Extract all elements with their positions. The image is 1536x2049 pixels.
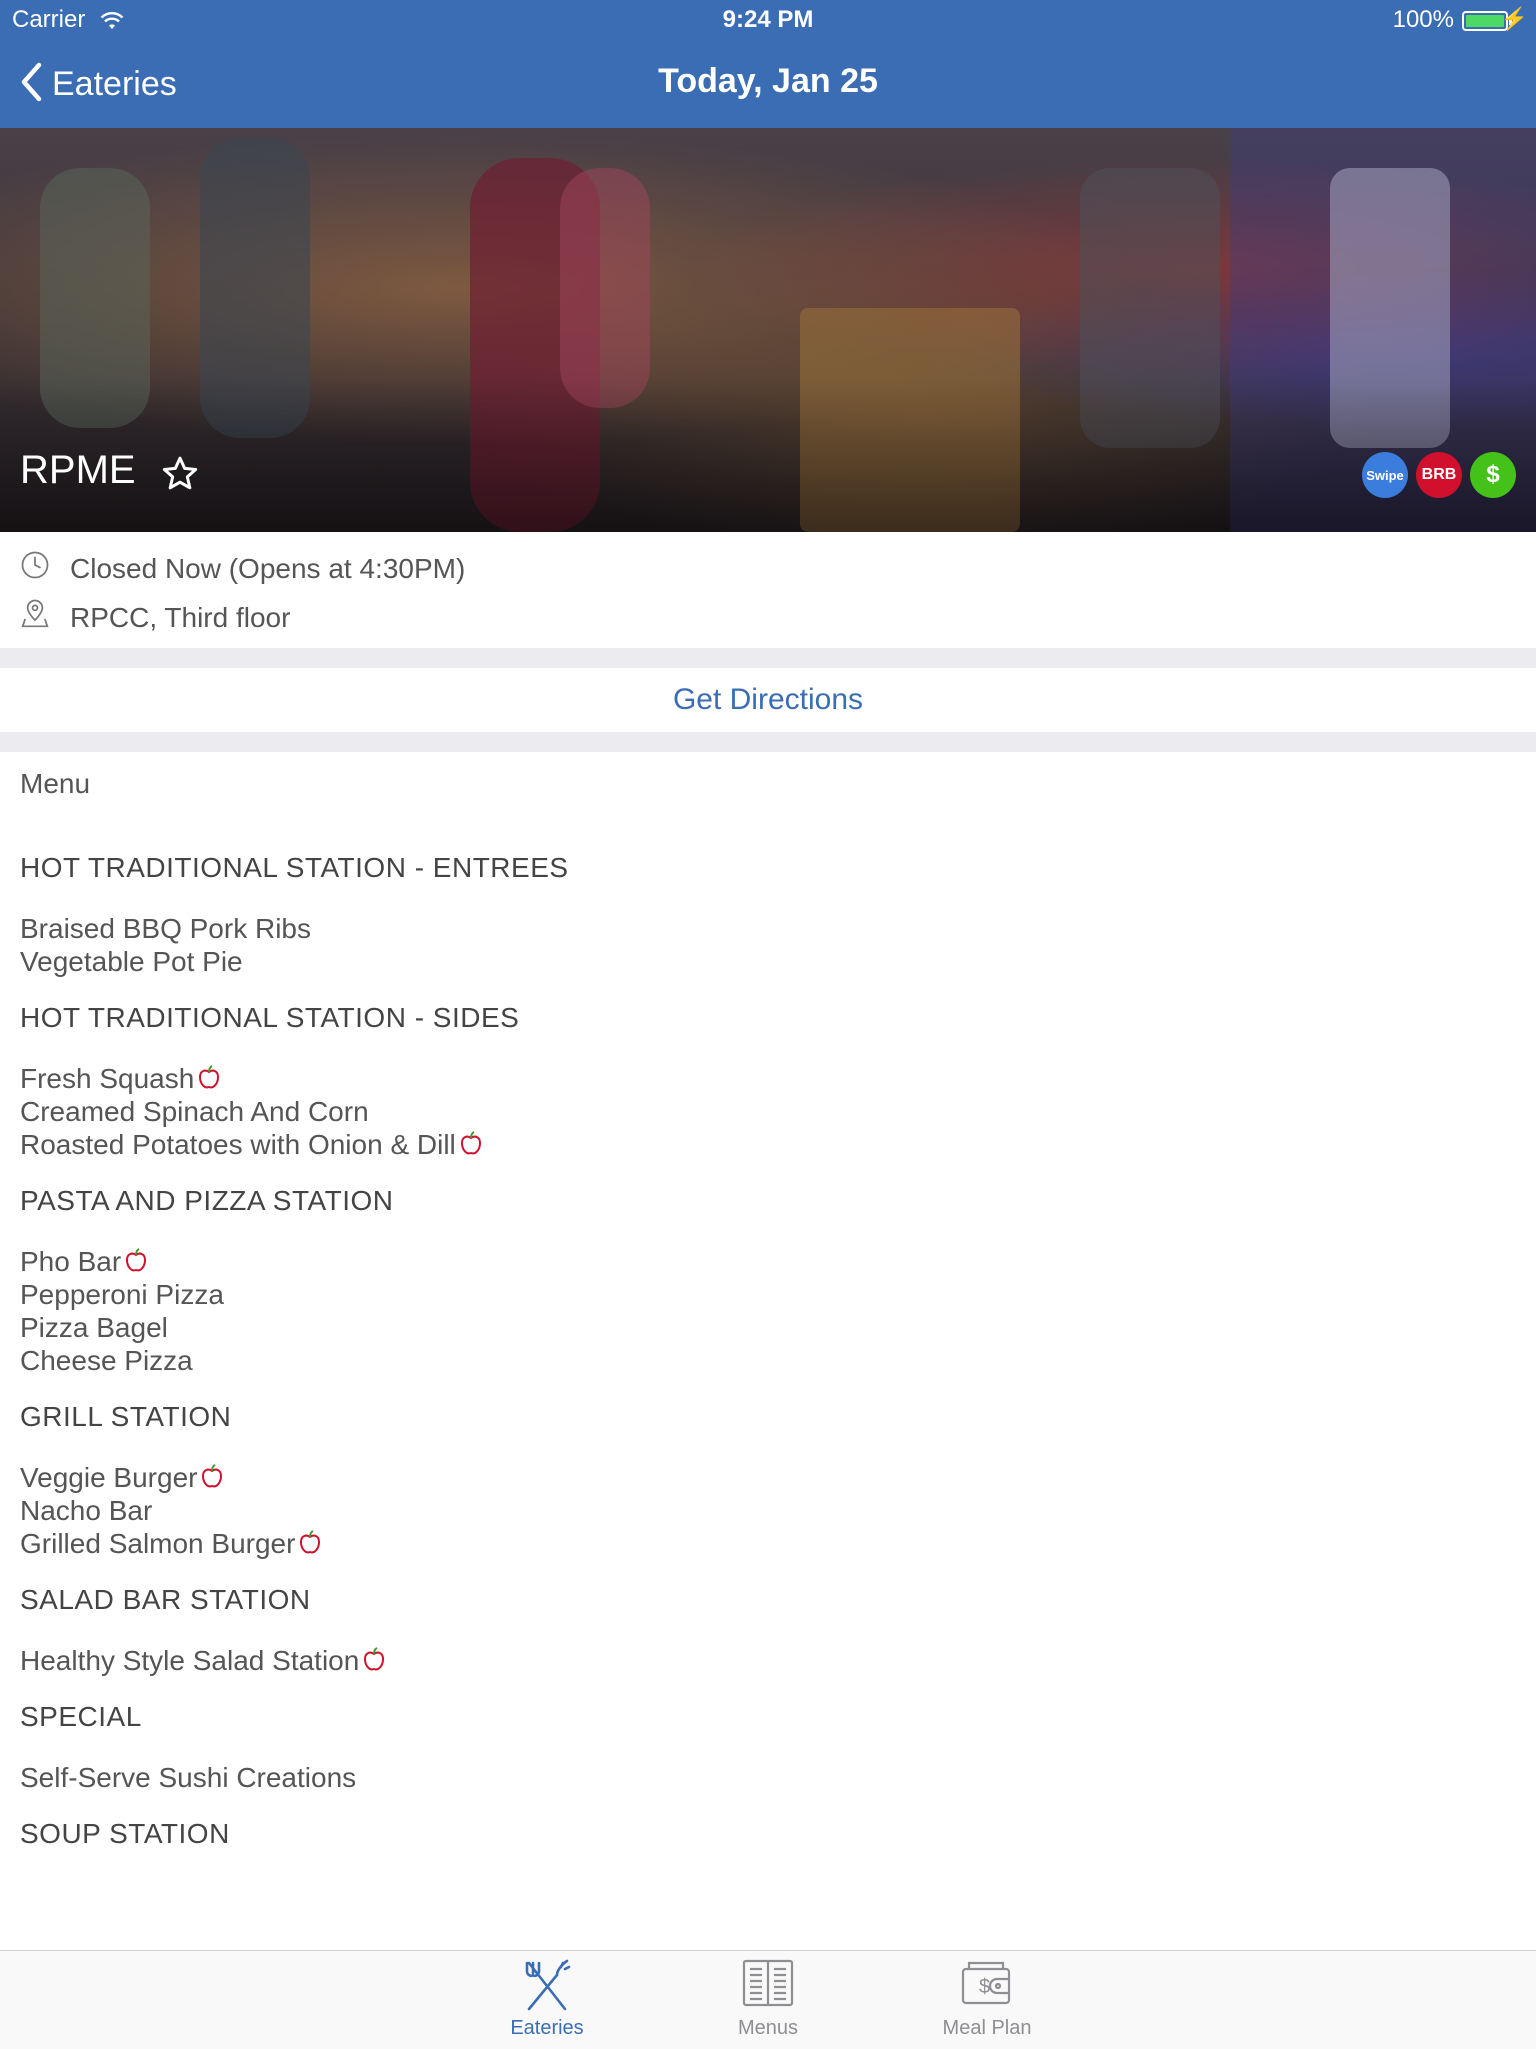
tab-meal-plan[interactable]: $ Meal Plan xyxy=(912,1951,1062,2049)
eatery-hero-image: RPME Swipe BRB $ xyxy=(0,128,1536,532)
station-grill: GRILL STATION Veggie Burger Nacho Bar Gr… xyxy=(20,1391,569,1560)
apple-icon xyxy=(198,1065,220,1098)
map-pin-icon xyxy=(20,598,50,637)
menu-book-icon xyxy=(742,1959,794,2012)
menu-item: Grilled Salmon Burger xyxy=(20,1527,569,1560)
eatery-name: RPME xyxy=(20,448,136,492)
swipe-badge: Swipe xyxy=(1362,452,1408,498)
wallet-icon: $ xyxy=(959,1959,1015,2012)
tab-bar: Eateries Menus $ Meal Plan xyxy=(0,1950,1536,2049)
apple-icon xyxy=(125,1248,147,1281)
station-title: SPECIAL xyxy=(20,1701,142,1732)
apple-icon xyxy=(363,1647,385,1680)
station-title: HOT TRADITIONAL STATION - ENTREES xyxy=(20,852,569,883)
tab-label: Meal Plan xyxy=(942,2017,1032,2039)
station-hot-entrees: HOT TRADITIONAL STATION - ENTREES Braise… xyxy=(20,842,569,978)
station-soup: SOUP STATION xyxy=(20,1808,569,1860)
apple-icon xyxy=(201,1464,223,1497)
station-pasta-pizza: PASTA AND PIZZA STATION Pho Bar Pepperon… xyxy=(20,1175,569,1377)
menu-item: Creamed Spinach And Corn xyxy=(20,1096,369,1127)
station-special: SPECIAL Self-Serve Sushi Creations xyxy=(20,1691,569,1794)
menu-item: Fresh Squash xyxy=(20,1062,569,1095)
menu-item: Self-Serve Sushi Creations xyxy=(20,1762,357,1793)
brb-badge: BRB xyxy=(1416,452,1462,498)
apple-icon xyxy=(299,1530,321,1563)
status-time: 9:24 PM xyxy=(722,6,814,33)
section-divider xyxy=(0,648,1536,668)
tab-menus[interactable]: Menus xyxy=(693,1951,843,2049)
charging-bolt-icon: ⚡ xyxy=(1500,6,1528,31)
station-title: SALAD BAR STATION xyxy=(20,1584,311,1615)
status-bar: Carrier 9:24 PM 100% ⚡ xyxy=(0,0,1536,40)
station-salad-bar: SALAD BAR STATION Healthy Style Salad St… xyxy=(20,1574,569,1677)
cash-badge: $ xyxy=(1470,452,1516,498)
apple-icon xyxy=(460,1131,482,1164)
svg-text:$: $ xyxy=(979,1976,990,1998)
location-text: RPCC, Third floor xyxy=(70,601,291,633)
menu-item: Pho Bar xyxy=(20,1245,569,1278)
tab-eateries[interactable]: Eateries xyxy=(472,1951,622,2049)
page-title: Today, Jan 25 xyxy=(658,62,878,100)
menu-item: Veggie Burger xyxy=(20,1461,569,1494)
station-title: HOT TRADITIONAL STATION - SIDES xyxy=(20,1002,520,1033)
station-title: GRILL STATION xyxy=(20,1401,232,1432)
navigation-bar: Eateries Today, Jan 25 xyxy=(0,40,1536,128)
menu-item: Cheese Pizza xyxy=(20,1345,193,1376)
menu-section: Menu HOT TRADITIONAL STATION - ENTREES B… xyxy=(0,752,1536,1950)
tab-label: Menus xyxy=(737,2017,799,2039)
fork-knife-icon xyxy=(519,1959,575,2018)
menu-list: HOT TRADITIONAL STATION - ENTREES Braise… xyxy=(20,842,569,1860)
hours-status: Closed Now (Opens at 4:30PM) xyxy=(70,552,466,584)
eatery-info: Closed Now (Opens at 4:30PM) RPCC, Third… xyxy=(0,532,1536,648)
menu-item: Pizza Bagel xyxy=(20,1312,168,1343)
hours-row: Closed Now (Opens at 4:30PM) xyxy=(20,550,465,587)
menu-item: Braised BBQ Pork Ribs xyxy=(20,913,311,944)
payment-badges: Swipe BRB $ xyxy=(1362,452,1516,498)
menu-item: Nacho Bar xyxy=(20,1495,153,1526)
station-hot-sides: HOT TRADITIONAL STATION - SIDES Fresh Sq… xyxy=(20,992,569,1161)
station-title: PASTA AND PIZZA STATION xyxy=(20,1185,394,1216)
star-outline-icon[interactable] xyxy=(160,454,200,499)
station-title: SOUP STATION xyxy=(20,1818,230,1849)
get-directions-button[interactable]: Get Directions xyxy=(0,668,1536,732)
menu-item: Healthy Style Salad Station xyxy=(20,1644,569,1677)
menu-header: Menu xyxy=(20,768,91,799)
tab-label: Eateries xyxy=(510,2017,584,2039)
location-row: RPCC, Third floor xyxy=(20,598,290,637)
menu-item: Vegetable Pot Pie xyxy=(20,946,243,977)
clock-icon xyxy=(20,550,50,587)
menu-item: Pepperoni Pizza xyxy=(20,1279,224,1310)
menu-item: Roasted Potatoes with Onion & Dill xyxy=(20,1128,569,1161)
section-divider xyxy=(0,732,1536,752)
battery-percent: 100% xyxy=(1392,6,1454,33)
